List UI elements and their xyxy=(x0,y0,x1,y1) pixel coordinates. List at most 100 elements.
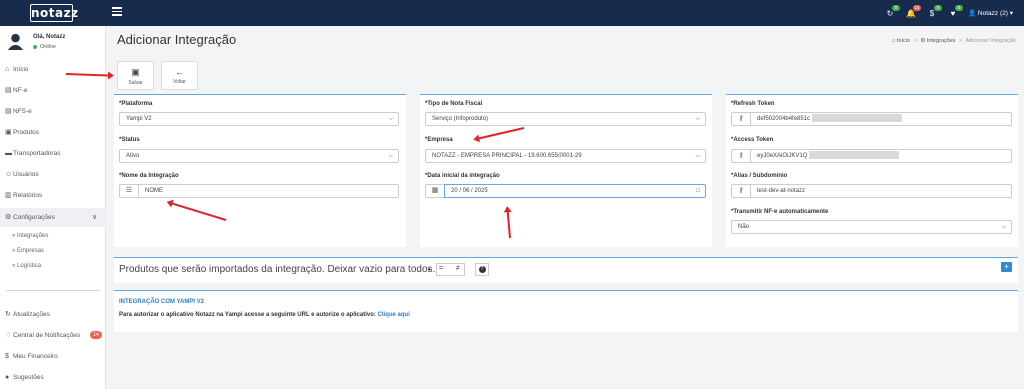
access-token-input[interactable]: eyJ0eXAiOiJKV1Q xyxy=(750,149,1012,163)
integration-info-title: INTEGRAÇÃO COM YAMPI V2 xyxy=(119,299,205,305)
sidebar-item-nfe[interactable]: ▤NF-e xyxy=(5,84,27,98)
transmit-label: *Transmitir NF-e automaticamente xyxy=(731,209,829,215)
page-title: Adicionar Integração xyxy=(117,32,237,47)
truck-icon: ▬ xyxy=(5,150,12,157)
notification-badge: 14 xyxy=(913,5,921,11)
save-button[interactable]: ▣ Salvar xyxy=(117,61,154,90)
box-icon: ▣ xyxy=(5,129,12,136)
help-button[interactable]: ? xyxy=(475,263,489,276)
save-icon: ▣ xyxy=(131,67,140,77)
start-date-label: *Data inicial da integração xyxy=(425,173,500,179)
fiscal-type-select[interactable]: Serviço (Infoproduto) ⌵ xyxy=(425,112,706,126)
transmit-select[interactable]: Não ⌵ xyxy=(731,220,1012,234)
not-equal-toggle[interactable]: ≠ xyxy=(456,265,460,272)
sidebar-item-nfse[interactable]: ▤NFS-e xyxy=(5,105,32,119)
refresh-token-input[interactable]: def502004b4fe851c xyxy=(750,112,1012,126)
refresh-token-value: def502004b4fe851c xyxy=(757,116,811,122)
key-icon: ⚷ xyxy=(731,112,751,126)
gear-icon: ⚙ xyxy=(920,38,926,44)
integration-info-text: Para autorizar o aplicativo Notazz na Ya… xyxy=(119,312,410,318)
integration-name-value: NOME xyxy=(145,188,163,194)
access-token-value: eyJ0eXAiOiJKV1Q xyxy=(757,153,808,159)
chevron-down-icon: ⌵ xyxy=(388,116,393,122)
status-label: *Status xyxy=(119,137,140,143)
arrow-left-icon: ← xyxy=(175,67,184,77)
notazz-logo[interactable]: notazz xyxy=(30,4,78,22)
radio-selected-icon[interactable]: • xyxy=(428,265,431,274)
sidebar-item-relatorios[interactable]: ▥Relatórios xyxy=(5,189,42,203)
greeting: Olá, Notazz xyxy=(33,34,66,40)
authorize-link[interactable]: Clique aqui xyxy=(378,312,410,318)
user-icon: ☺ xyxy=(5,171,13,178)
company-label: *Empresa xyxy=(425,137,453,143)
bulb-icon: ● xyxy=(5,374,10,381)
breadcrumb-integracoes[interactable]: Integrações xyxy=(927,38,956,44)
favorites-badge: 0 xyxy=(955,5,963,11)
products-title: Produtos que serão importados da integra… xyxy=(119,264,436,275)
user-menu-label: Notazz (2) xyxy=(977,10,1008,17)
user-menu[interactable]: 👤 Notazz (2) ▾ xyxy=(968,9,1013,17)
calendar-picker-icon[interactable]: □ xyxy=(696,185,700,197)
status-value: Ativo xyxy=(126,153,140,159)
sync-badge: 0 xyxy=(892,5,900,11)
platform-select[interactable]: Yampi V2 ⌵ xyxy=(119,112,399,126)
alias-input[interactable]: test-dev-at-notazz xyxy=(750,184,1012,198)
alias-label: *Alias / Subdomínio xyxy=(731,173,788,179)
company-select[interactable]: NOTAZZ - EMPRESA PRINCIPAL - 19.600.655/… xyxy=(425,149,706,163)
sidebar-item-central-notificacoes[interactable]: ♢ Central de Notificações xyxy=(5,329,80,343)
platform-value: Yampi V2 xyxy=(126,116,152,122)
status-select[interactable]: Ativo ⌵ xyxy=(119,149,399,163)
chevron-down-icon: ⌵ xyxy=(695,153,700,159)
online-status: Online xyxy=(33,44,56,50)
sidebar-item-meu-financeiro[interactable]: $ Meu Financeiro xyxy=(5,350,58,364)
chart-icon: ▥ xyxy=(5,192,12,199)
menu-toggle-icon[interactable] xyxy=(112,7,122,16)
transmit-value: Não xyxy=(738,224,750,230)
integration-name-input[interactable]: NOME xyxy=(138,184,399,198)
question-icon: ? xyxy=(478,265,486,273)
breadcrumb: ⌂ Início > ⚙ Integrações > Adicionar Int… xyxy=(892,38,1016,44)
home-icon: ⌂ xyxy=(5,66,10,73)
refresh-token-label: *Refresh Token xyxy=(731,101,775,107)
top-navbar: notazz ↻ 0 🔔 14 $ 0 ♥ 0 👤 Notazz (2) ▾ xyxy=(0,0,1024,26)
sidebar-item-inicio[interactable]: ⌂ Início xyxy=(5,63,29,77)
refresh-icon: ↻ xyxy=(5,311,11,318)
dollar-icon: $ xyxy=(5,353,9,360)
masked-token xyxy=(812,114,903,123)
chevron-down-icon: ⌵ xyxy=(695,116,700,122)
avatar xyxy=(7,33,24,50)
start-date-input[interactable]: 20 / 06 / 2025 □ xyxy=(444,184,706,198)
fiscal-type-value: Serviço (Infoproduto) xyxy=(432,116,489,122)
sidebar-item-transportadoras[interactable]: ▬Transportadoras xyxy=(5,147,60,161)
user-icon: 👤 xyxy=(968,10,977,17)
sidebar-subitem-integracoes[interactable]: » Integrações xyxy=(12,230,48,242)
sidebar-subitem-empresas[interactable]: » Empresas xyxy=(12,245,44,257)
chevron-down-icon: ∨ xyxy=(92,214,98,221)
key-icon: ⚷ xyxy=(731,184,751,198)
sidebar-item-usuarios[interactable]: ☺Usuários xyxy=(5,168,39,182)
list-icon: ☰ xyxy=(119,184,139,198)
access-token-label: *Access Token xyxy=(731,137,774,143)
notification-count-badge: 14 xyxy=(90,331,102,339)
file-icon: ▤ xyxy=(5,87,12,94)
breadcrumb-current: Adicionar Integração xyxy=(965,38,1016,44)
key-icon: ⚷ xyxy=(731,149,751,163)
sidebar-divider xyxy=(6,290,100,291)
sidebar-item-sugestoes[interactable]: ● Sugestões xyxy=(5,371,44,385)
add-product-button[interactable]: + xyxy=(1001,262,1012,272)
finance-badge: 0 xyxy=(934,5,942,11)
masked-token xyxy=(809,151,900,160)
integration-name-label: *Nome da Integração xyxy=(119,173,179,179)
back-button[interactable]: ← Voltar xyxy=(161,61,198,90)
calendar-icon: ▦ xyxy=(425,184,445,198)
start-date-value: 20 / 06 / 2025 xyxy=(451,188,488,194)
online-dot-icon xyxy=(33,44,37,49)
sidebar-item-produtos[interactable]: ▣Produtos xyxy=(5,126,39,140)
sidebar-subitem-logistica[interactable]: » Logística xyxy=(12,260,41,272)
fiscal-type-label: *Tipo de Nota Fiscal xyxy=(425,101,483,107)
sidebar-item-atualizacoes[interactable]: ↻ Atualizações xyxy=(5,308,50,322)
breadcrumb-home[interactable]: Início xyxy=(897,38,910,44)
equal-toggle[interactable]: = xyxy=(439,265,443,272)
caret-down-icon: ▾ xyxy=(1009,10,1013,17)
sidebar-item-configuracoes[interactable]: ⚙ Configurações xyxy=(5,211,55,225)
